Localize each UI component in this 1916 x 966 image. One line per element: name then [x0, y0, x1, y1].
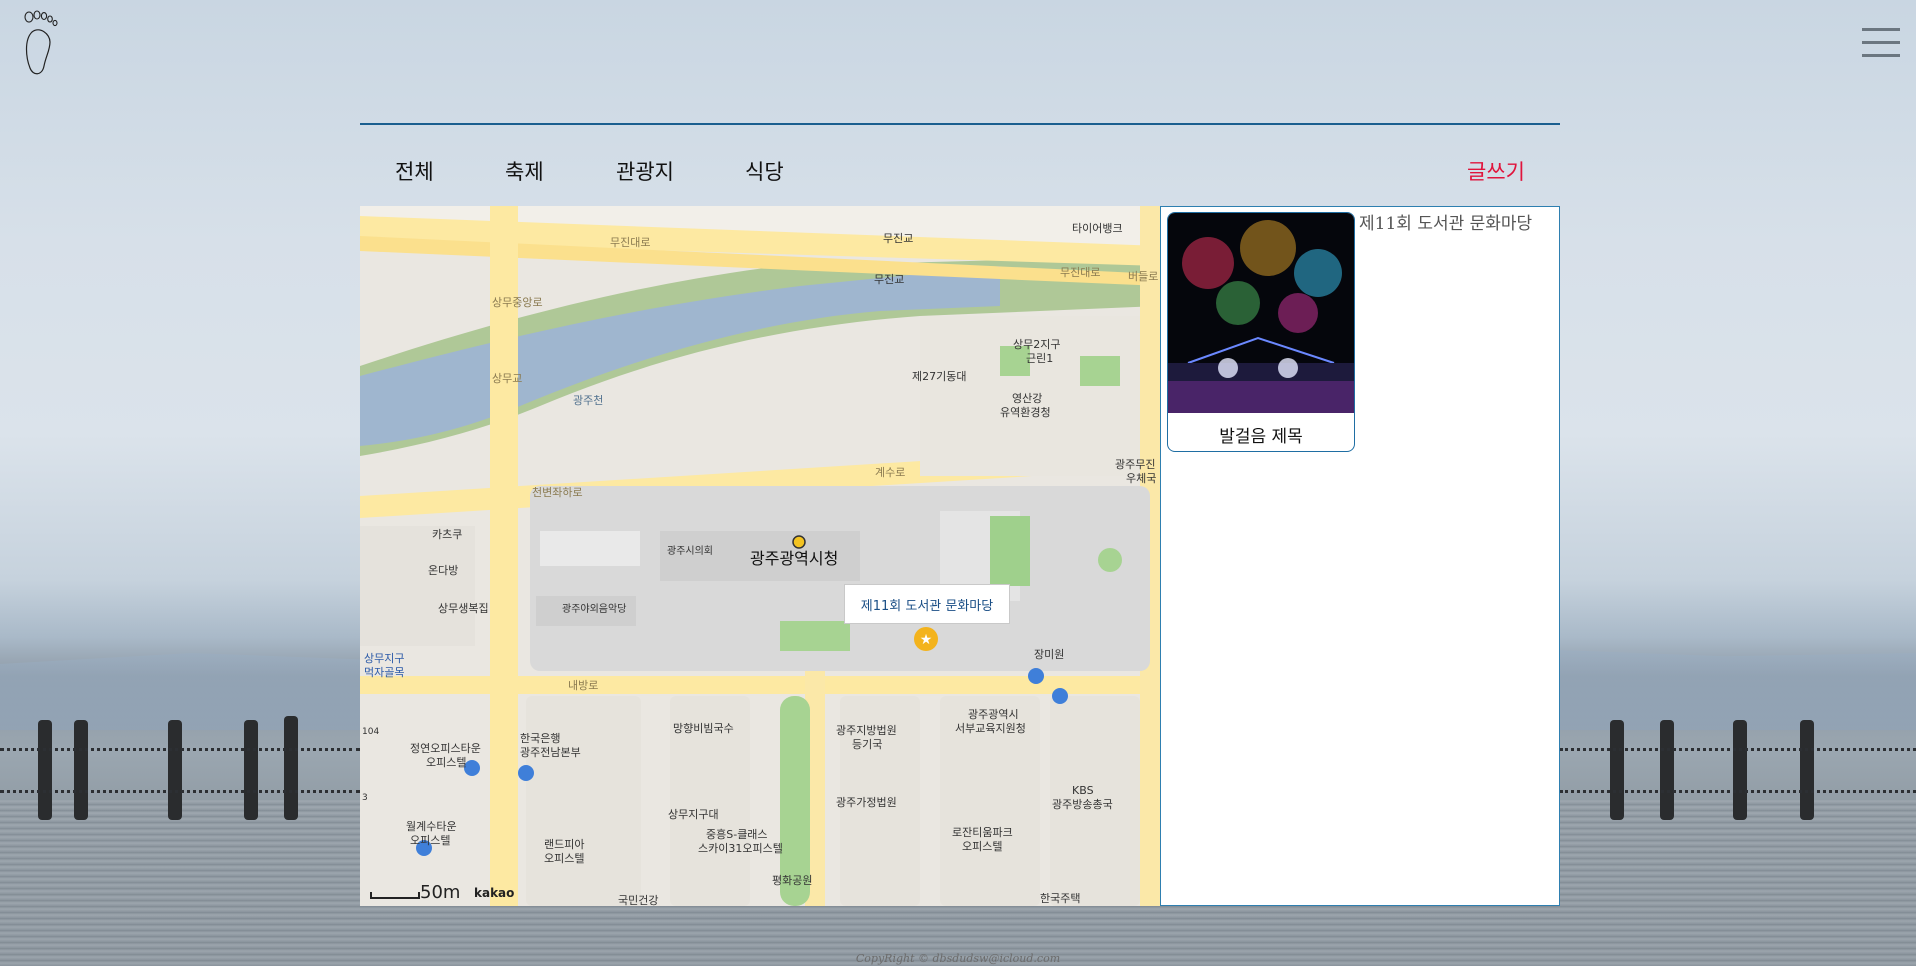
- map-label-yeongsan1: 영산강: [1012, 392, 1042, 405]
- map-label-sangmu-bridge: 상무교: [492, 372, 522, 385]
- fence-post: [1800, 720, 1814, 820]
- map-label-landpia2: 오피스텔: [544, 852, 584, 865]
- tab-attraction[interactable]: 관광지: [616, 156, 674, 186]
- map-label-hanguk: 한국주택: [1040, 892, 1080, 905]
- map-label-bibim: 망향비빔국수: [673, 722, 734, 735]
- hamburger-line: [1862, 28, 1900, 31]
- tab-all[interactable]: 전체: [395, 156, 434, 186]
- map-label-bridge2: 무진교: [874, 273, 904, 286]
- post-card[interactable]: 발걸음 제목: [1167, 212, 1355, 452]
- hamburger-line: [1862, 41, 1900, 44]
- map-label-beodeul: 버들로: [1128, 270, 1158, 283]
- map-label-family-court: 광주가정법원: [836, 796, 897, 809]
- map-label-sangmu-road: 상무중앙로: [492, 296, 543, 309]
- category-tabs: 전체 축제 관광지 식당 글쓰기: [360, 150, 1560, 190]
- map-label-bokjip: 상무생복집: [438, 602, 489, 615]
- map-label-cheonbyeon: 천변좌하로: [532, 485, 583, 499]
- fence-chain: [0, 748, 360, 751]
- hamburger-menu-icon[interactable]: [1862, 28, 1900, 58]
- map-label-council: 광주시의회: [667, 545, 713, 557]
- fence-post: [244, 720, 258, 820]
- map-label-sclass1: 중흥S-클래스: [706, 827, 768, 841]
- map-label-road-mujin2: 무진대로: [1060, 266, 1100, 279]
- map-label-sangmu-office: 상무지구대: [668, 808, 719, 821]
- map-label-court2: 등기국: [852, 738, 882, 751]
- map-label-gwangjucheon: 광주천: [573, 393, 603, 407]
- fence-chain: [1560, 748, 1916, 751]
- map-info-window[interactable]: 제11회 도서관 문화마당: [844, 584, 1010, 624]
- map-label-cityhall: 광주광역시청: [750, 549, 838, 568]
- fence-post: [74, 720, 88, 820]
- map-label-post2: 우체국: [1126, 472, 1156, 485]
- map-label-kbs2: 광주방송총국: [1052, 798, 1113, 811]
- map-label-concert: 광주야외음악당: [562, 603, 626, 615]
- fence-chain: [0, 790, 360, 793]
- map-labels: 무진교 무진교 무진대로 무진대로 타이어뱅크 버들로 상무교 상무중앙로 광주…: [362, 222, 1158, 906]
- hamburger-line: [1862, 54, 1900, 57]
- fireworks-image: [1168, 213, 1354, 413]
- map-label-landpia1: 랜드피아: [544, 838, 584, 851]
- post-panel: 발걸음 제목 제11회 도서관 문화마당: [1160, 206, 1560, 906]
- map-label-n104: 104: [362, 727, 379, 737]
- fence-post: [38, 720, 52, 820]
- fence-post: [168, 720, 182, 820]
- footer-copyright: CopyRight © dbsdudsw@icloud.com: [855, 952, 1061, 965]
- map-label-sangmu-food1: 상무지구: [364, 652, 404, 665]
- map-label-jesu: 계수로: [875, 466, 905, 479]
- map-label-yeongsan2: 유역환경청: [1000, 406, 1051, 419]
- card-title: 발걸음 제목: [1219, 427, 1303, 447]
- map-label-peace: 평화공원: [772, 874, 812, 887]
- map-label-kbs1: KBS: [1072, 784, 1094, 797]
- map-label-bank1: 한국은행: [520, 732, 560, 745]
- map-label-tire: 타이어뱅크: [1072, 222, 1123, 235]
- tab-festival[interactable]: 축제: [505, 156, 544, 186]
- map-label-lozan1: 로잔티움파크: [952, 826, 1013, 839]
- map-provider-logo: kakao: [474, 886, 515, 900]
- map-label-dong27: 제27기동대: [912, 370, 966, 383]
- map-label-n3: 3: [362, 793, 368, 803]
- post-title: 제11회 도서관 문화마당: [1359, 214, 1533, 234]
- fence-post: [284, 716, 298, 820]
- fence-chain: [1560, 790, 1916, 793]
- map-label-road-mujin1: 무진대로: [610, 236, 650, 249]
- fence-post: [1733, 720, 1747, 820]
- header-divider: [360, 123, 1560, 125]
- map-label-bank2: 광주전남본부: [520, 746, 581, 759]
- fence-post: [1610, 720, 1624, 820]
- info-window-title: 제11회 도서관 문화마당: [860, 599, 994, 614]
- scale-bar: [370, 892, 420, 899]
- map-label-sangmu2: 상무2지구: [1013, 338, 1060, 351]
- map-label-wolgye1: 월계수타운: [406, 820, 457, 833]
- map-label-katsu: 카츠쿠: [432, 528, 462, 541]
- map-label-sangmu-food2: 먹자골목: [364, 666, 404, 679]
- map-label-edu2: 서부교육지원청: [955, 722, 1026, 735]
- map-label-lozan2: 오피스텔: [962, 840, 1002, 853]
- tab-restaurant[interactable]: 식당: [745, 156, 784, 186]
- footprint-logo-icon[interactable]: [20, 10, 64, 76]
- write-button[interactable]: 글쓰기: [1467, 156, 1525, 186]
- map-label-jeongyeon1: 정연오피스타운: [410, 742, 481, 755]
- map-label-edu1: 광주광역시: [968, 708, 1019, 721]
- scale-label: 50m: [420, 882, 461, 903]
- map-label-jangmi: 장미원: [1034, 648, 1064, 661]
- map-label-bridge1: 무진교: [883, 232, 913, 245]
- map-label-gukmin: 국민건강: [618, 894, 658, 906]
- map-label-wolgye2: 오피스텔: [410, 834, 450, 847]
- map-label-post1: 광주무진: [1115, 458, 1155, 471]
- map-label-naebang: 내방로: [568, 679, 598, 692]
- map-label-ondabang: 온다방: [428, 564, 458, 577]
- map-label-sclass2: 스카이31오피스텔: [698, 842, 783, 855]
- map-label-jeongyeon2: 오피스텔: [426, 756, 466, 769]
- fence-post: [1660, 720, 1674, 820]
- map-label-park1: 근린1: [1026, 352, 1053, 365]
- kakao-map[interactable]: ★ 무진교 무진교 무진대로 무진대로 타이어뱅크 버들로 상무교 상무중앙로 …: [360, 206, 1160, 906]
- map-label-court1: 광주지방법원: [836, 724, 897, 737]
